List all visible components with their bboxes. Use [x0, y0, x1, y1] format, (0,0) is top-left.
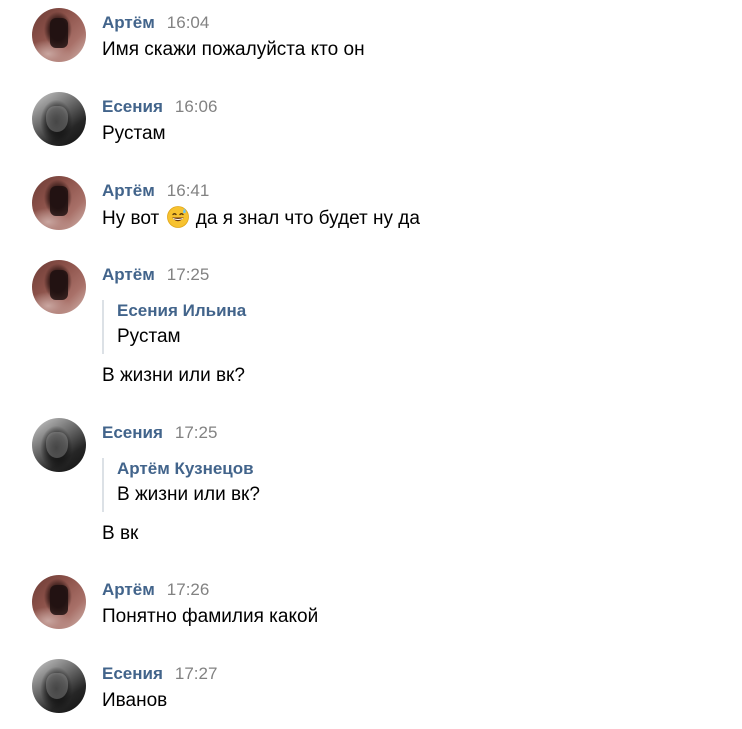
message-header: Артём 16:41: [102, 180, 209, 202]
avatar[interactable]: [32, 92, 86, 146]
message-author[interactable]: Артём: [102, 580, 155, 599]
message-header: Есения 16:06: [102, 96, 217, 118]
reply-author[interactable]: Артём Кузнецов: [117, 458, 254, 480]
message-time[interactable]: 16:04: [167, 13, 210, 32]
reply-text: Рустам: [117, 326, 181, 347]
message-author[interactable]: Артём: [102, 181, 155, 200]
message-text: Иванов: [102, 690, 168, 711]
message-text: Понятно фамилия какой: [102, 606, 319, 627]
message-time[interactable]: 17:25: [167, 265, 210, 284]
avatar[interactable]: [32, 418, 86, 472]
message-author[interactable]: Артём: [102, 13, 155, 32]
message-text-part: Ну вот: [102, 208, 160, 229]
message-item: Артём 16:04 Имя скажи пожалуйста кто он: [0, 8, 742, 64]
message-item: Есения 16:06 Рустам: [0, 92, 742, 148]
message-time[interactable]: 16:41: [167, 181, 210, 200]
message-header: Артём 16:04: [102, 12, 209, 34]
reply-quote[interactable]: Артём Кузнецов В жизни или вк?: [102, 458, 260, 512]
message-time[interactable]: 17:27: [175, 664, 218, 683]
message-text: В вк: [102, 523, 139, 544]
message-header: Есения 17:25: [102, 422, 217, 444]
message-text: В жизни или вк?: [102, 365, 245, 386]
message-item: Артём 16:41 Ну вот да я знал что будет ну…: [0, 176, 742, 232]
message-time[interactable]: 16:06: [175, 97, 218, 116]
message-text: Имя скажи пожалуйста кто он: [102, 39, 365, 60]
message-header: Артём 17:25: [102, 264, 209, 286]
message-author[interactable]: Артём: [102, 265, 155, 284]
message-item: Артём 17:26 Понятно фамилия какой: [0, 575, 742, 631]
message-item: Есения 17:27 Иванов: [0, 659, 742, 715]
reply-text: В жизни или вк?: [117, 484, 260, 505]
message-author[interactable]: Есения: [102, 423, 163, 442]
avatar[interactable]: [32, 575, 86, 629]
message-author[interactable]: Есения: [102, 97, 163, 116]
message-text-part: да я знал что будет ну да: [195, 208, 420, 229]
avatar[interactable]: [32, 176, 86, 230]
avatar[interactable]: [32, 260, 86, 314]
reply-quote[interactable]: Есения Ильина Рустам: [102, 300, 246, 354]
message-item: Есения 17:25 Артём Кузнецов В жизни или в…: [0, 418, 742, 548]
message-time[interactable]: 17:25: [175, 423, 218, 442]
message-time[interactable]: 17:26: [167, 580, 210, 599]
message-text: Ну вот да я знал что будет ну да: [102, 206, 420, 231]
message-header: Артём 17:26: [102, 579, 209, 601]
message-item: Артём 17:25 Есения Ильина Рустам В жизни …: [0, 260, 742, 390]
message-header: Есения 17:27: [102, 663, 217, 685]
reply-author[interactable]: Есения Ильина: [117, 300, 246, 322]
grinning-sweat-emoji-icon: [166, 206, 189, 228]
avatar[interactable]: [32, 659, 86, 713]
message-author[interactable]: Есения: [102, 664, 163, 683]
message-text: Рустам: [102, 123, 166, 144]
avatar[interactable]: [32, 8, 86, 62]
